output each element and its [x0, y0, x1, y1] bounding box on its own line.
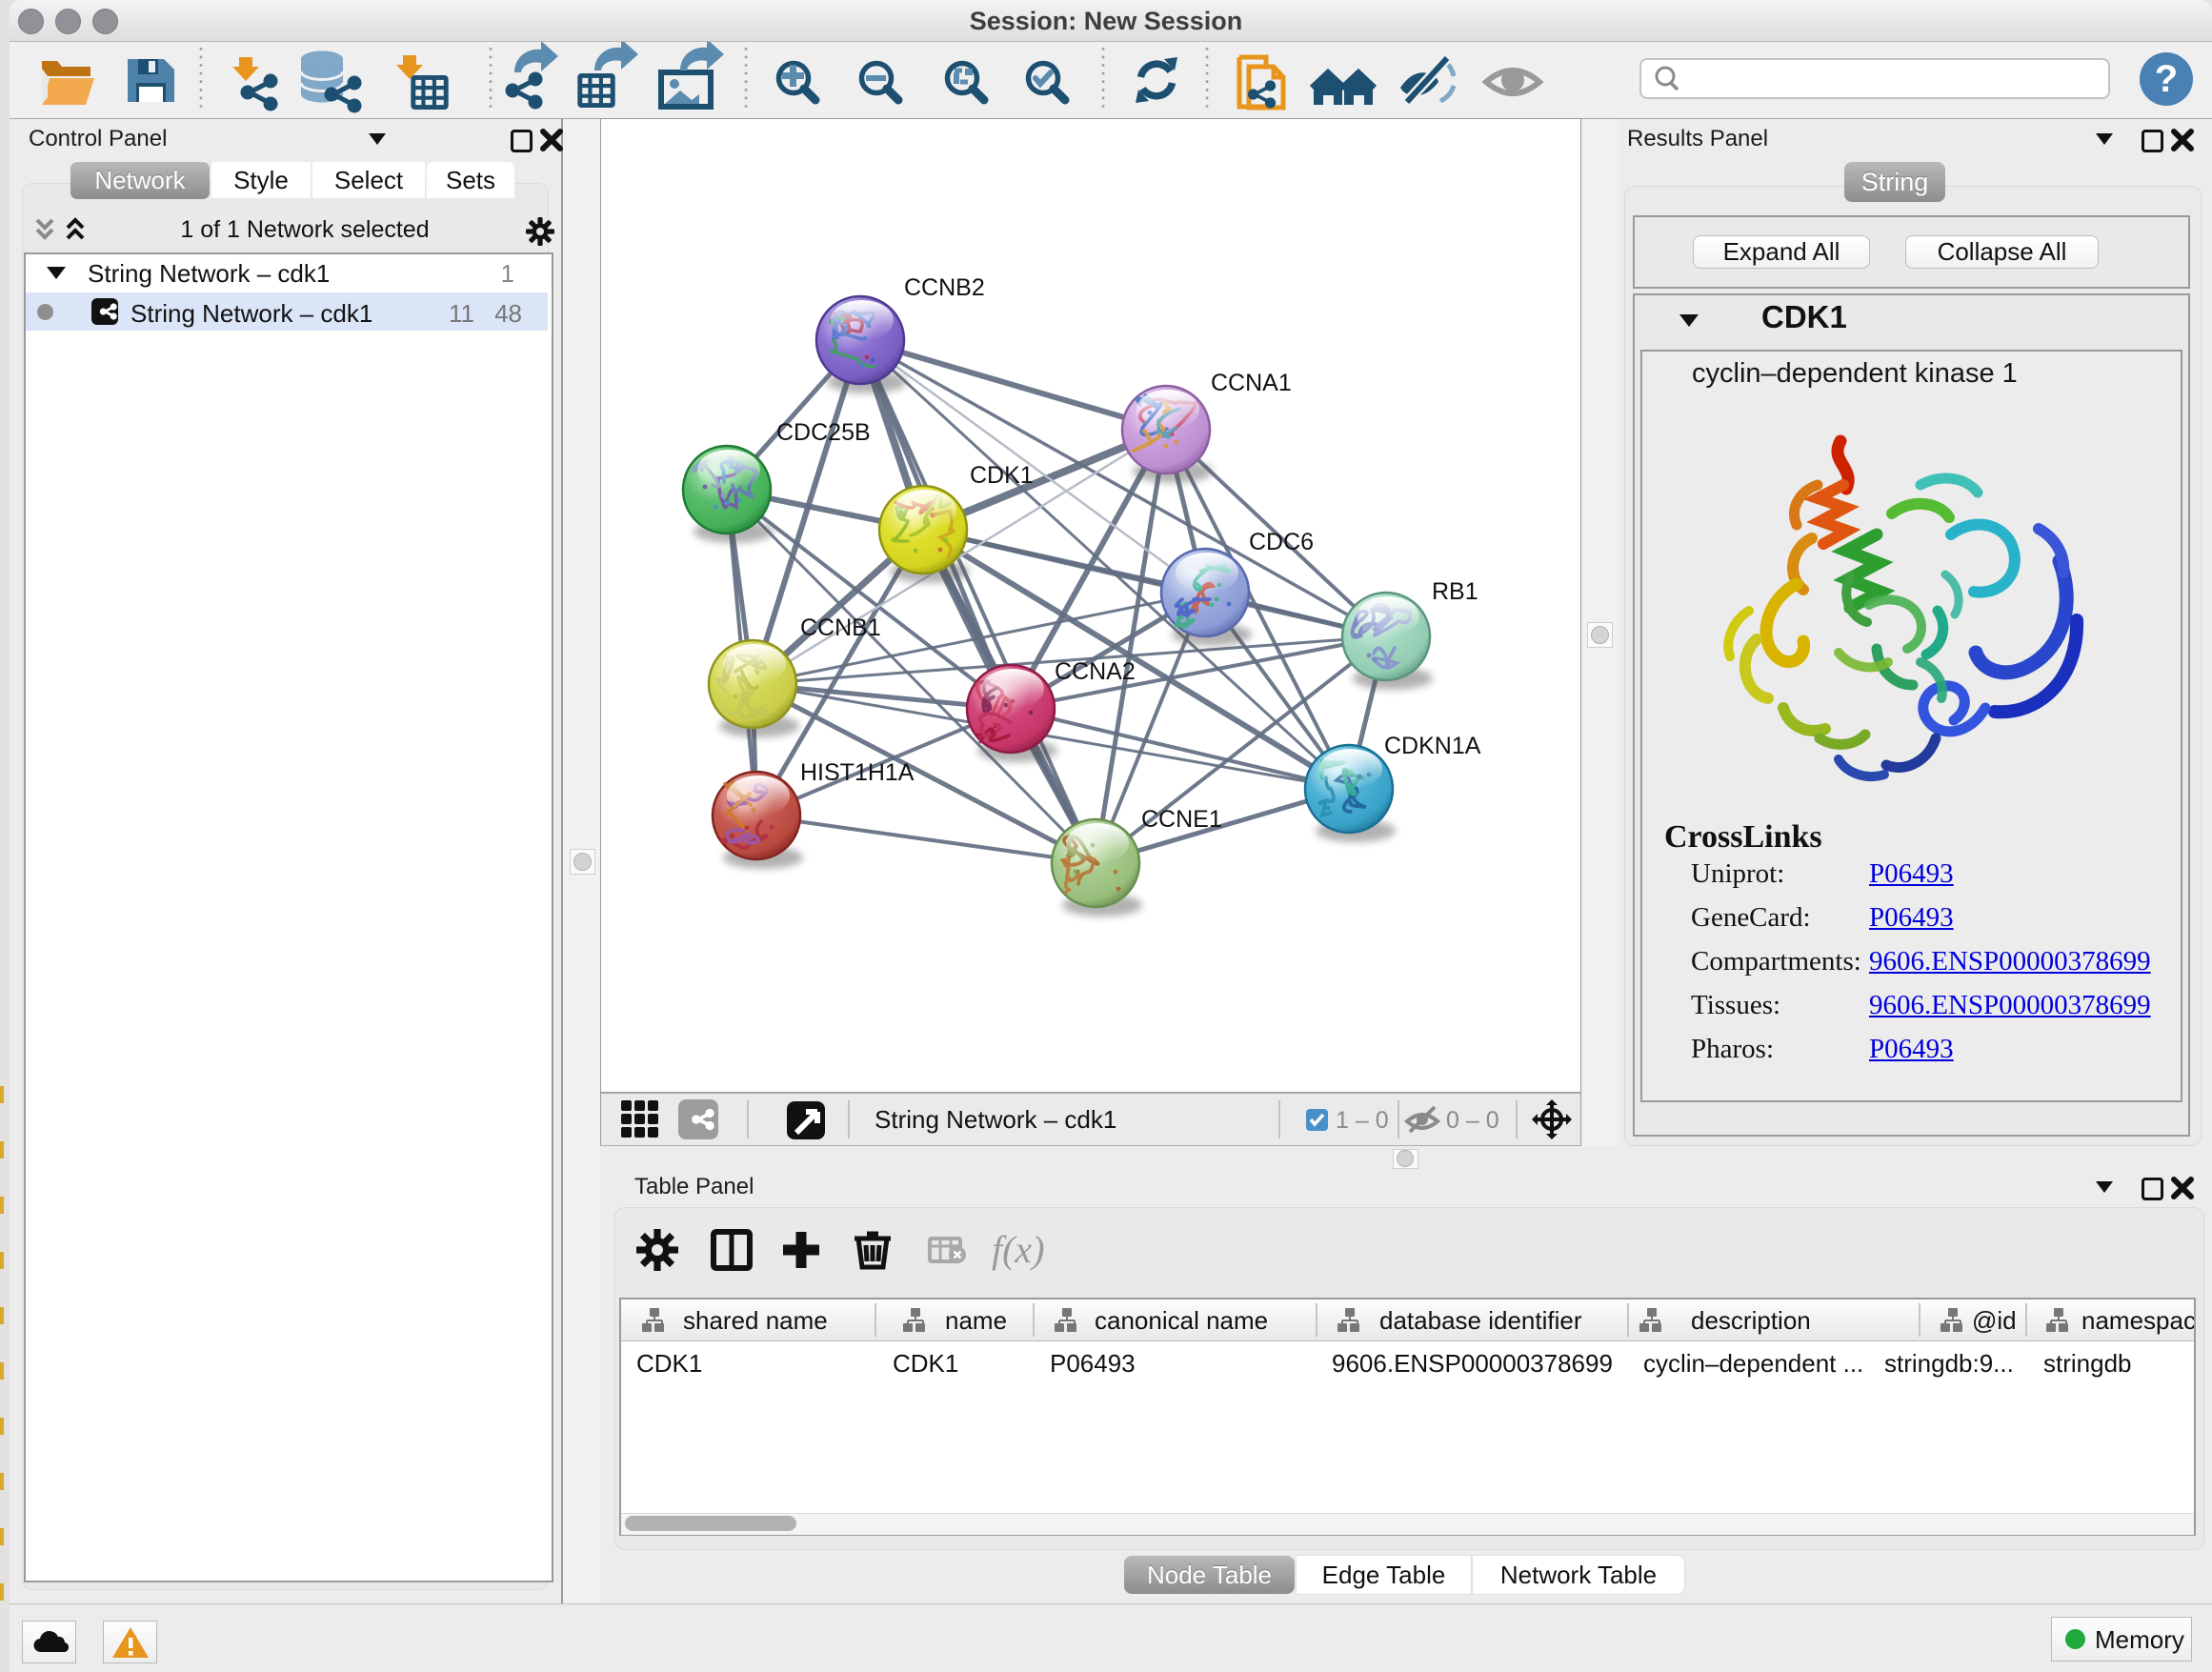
svg-text:CCNA1: CCNA1: [1211, 370, 1292, 396]
svg-text:0 – 0: 0 – 0: [1446, 1107, 1499, 1134]
svg-text:String Network – cdk1: String Network – cdk1: [875, 1105, 1116, 1134]
svg-text:RB1: RB1: [1432, 578, 1478, 605]
svg-text:CCNE1: CCNE1: [1141, 806, 1222, 833]
svg-text:@id: @id: [1972, 1306, 2017, 1335]
svg-text:1 – 0: 1 – 0: [1336, 1107, 1389, 1134]
svg-text:description: description: [1691, 1306, 1811, 1335]
svg-text:CDK1: CDK1: [970, 462, 1034, 489]
svg-text:CCNB2: CCNB2: [904, 274, 985, 301]
svg-text:CDC25B: CDC25B: [776, 419, 871, 446]
svg-text:CCNA2: CCNA2: [1055, 658, 1136, 685]
svg-text:canonical name: canonical name: [1095, 1306, 1268, 1335]
svg-text:CDC6: CDC6: [1249, 529, 1314, 555]
svg-text:?: ?: [2155, 58, 2178, 100]
svg-text:shared name: shared name: [683, 1306, 828, 1335]
svg-text:database identifier: database identifier: [1379, 1306, 1582, 1335]
svg-text:HIST1H1A: HIST1H1A: [800, 759, 915, 786]
svg-text:name: name: [945, 1306, 1007, 1335]
svg-text:namespace: namespace: [2081, 1306, 2194, 1335]
svg-text:f(x): f(x): [992, 1228, 1045, 1271]
svg-text:CDKN1A: CDKN1A: [1384, 733, 1481, 759]
svg-text:CCNB1: CCNB1: [800, 614, 881, 641]
